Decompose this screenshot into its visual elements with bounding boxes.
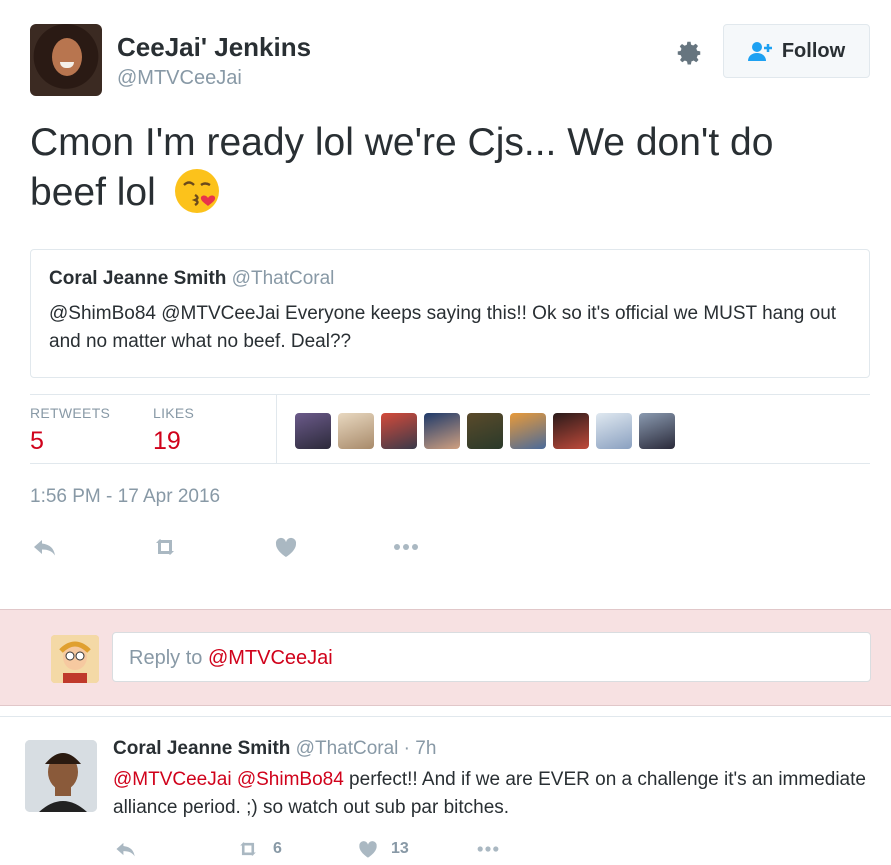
more-icon[interactable] [391, 532, 421, 562]
tweet-body: Cmon I'm ready lol we're Cjs... We don't… [30, 121, 774, 214]
retweets-label: RETWEETS [30, 405, 111, 421]
liker-avatar[interactable] [381, 413, 417, 449]
tweet-stats: RETWEETS 5 LIKES 19 [30, 394, 870, 464]
tweet-actions [30, 532, 450, 562]
liker-avatar[interactable] [639, 413, 675, 449]
reply-mention-2[interactable]: @ShimBo84 [237, 769, 344, 790]
thread-divider [0, 716, 891, 717]
follow-button[interactable]: Follow [723, 24, 870, 78]
reply-more-button[interactable] [473, 836, 503, 862]
reply-mention-1[interactable]: @MTVCeeJai [113, 769, 232, 790]
likes-count: 19 [153, 427, 181, 455]
liker-avatar[interactable] [553, 413, 589, 449]
reply-like-count: 13 [391, 840, 409, 857]
like-icon[interactable] [271, 532, 301, 562]
reply-reply-button[interactable] [113, 836, 139, 862]
reply-mention: @MTVCeeJai [207, 647, 333, 669]
reply-text: @MTVCeeJai @ShimBo84 perfect!! And if we… [113, 766, 873, 822]
reply-icon[interactable] [30, 532, 60, 562]
reply-author-handle[interactable]: @ThatCoral [296, 738, 399, 759]
author-name[interactable]: CeeJai' Jenkins [117, 32, 311, 63]
reply-author-name[interactable]: Coral Jeanne Smith [113, 738, 290, 759]
author-avatar[interactable] [30, 24, 102, 96]
follow-label: Follow [781, 39, 846, 62]
tweet-header: CeeJai' Jenkins @MTVCeeJai Follow [30, 24, 870, 96]
reply-retweet-button[interactable]: 6 [233, 836, 282, 862]
current-user-avatar [51, 635, 99, 683]
quote-author-handle: @ThatCoral [231, 268, 335, 289]
tweet-text: Cmon I'm ready lol we're Cjs... We don't… [30, 118, 860, 217]
kissing-face-with-heart-emoji [174, 169, 219, 213]
more-icon [477, 846, 499, 852]
retweet-icon [240, 842, 256, 856]
follow-user-icon [747, 42, 772, 61]
tweet-timestamp[interactable]: 1:56 PM - 17 Apr 2016 [30, 486, 220, 508]
reply-author-avatar[interactable] [25, 740, 97, 812]
quote-text: @ShimBo84 @MTVCeeJai Everyone keeps sayi… [49, 303, 837, 352]
liker-avatar[interactable] [510, 413, 546, 449]
likes-label: LIKES [153, 405, 195, 421]
reply-bar: Reply to @MTVCeeJai [0, 609, 891, 706]
author-handle[interactable]: @MTVCeeJai [117, 67, 242, 90]
retweets-stat[interactable]: RETWEETS 5 [30, 405, 110, 456]
like-icon [359, 841, 377, 858]
reply-age[interactable]: · 7h [398, 738, 437, 759]
gear-icon[interactable] [674, 38, 704, 68]
likes-stat[interactable]: LIKES 19 [153, 405, 194, 456]
reply-tweet[interactable]: Coral Jeanne Smith @ThatCoral · 7h @MTVC… [0, 722, 891, 865]
reply-retweet-count: 6 [273, 840, 282, 857]
reply-input[interactable]: Reply to @MTVCeeJai [112, 632, 871, 682]
liker-avatar[interactable] [467, 413, 503, 449]
quote-author-name: Coral Jeanne Smith [49, 268, 227, 289]
stats-divider [276, 395, 277, 464]
liker-avatar[interactable] [295, 413, 331, 449]
liker-avatar[interactable] [338, 413, 374, 449]
reply-like-button[interactable]: 13 [355, 836, 409, 862]
liker-avatar[interactable] [596, 413, 632, 449]
liker-avatar[interactable] [424, 413, 460, 449]
reply-actions: 6 13 [113, 836, 533, 862]
quote-header: Coral Jeanne Smith @ThatCoral [49, 268, 851, 290]
reply-icon [116, 842, 135, 857]
reply-placeholder: Reply to [129, 647, 208, 669]
likers-avatars [295, 413, 675, 449]
reply-header: Coral Jeanne Smith @ThatCoral · 7h [113, 738, 436, 760]
quoted-tweet[interactable]: Coral Jeanne Smith @ThatCoral @ShimBo84 … [30, 249, 870, 378]
retweet-icon[interactable] [150, 532, 180, 562]
retweets-count: 5 [30, 427, 44, 455]
